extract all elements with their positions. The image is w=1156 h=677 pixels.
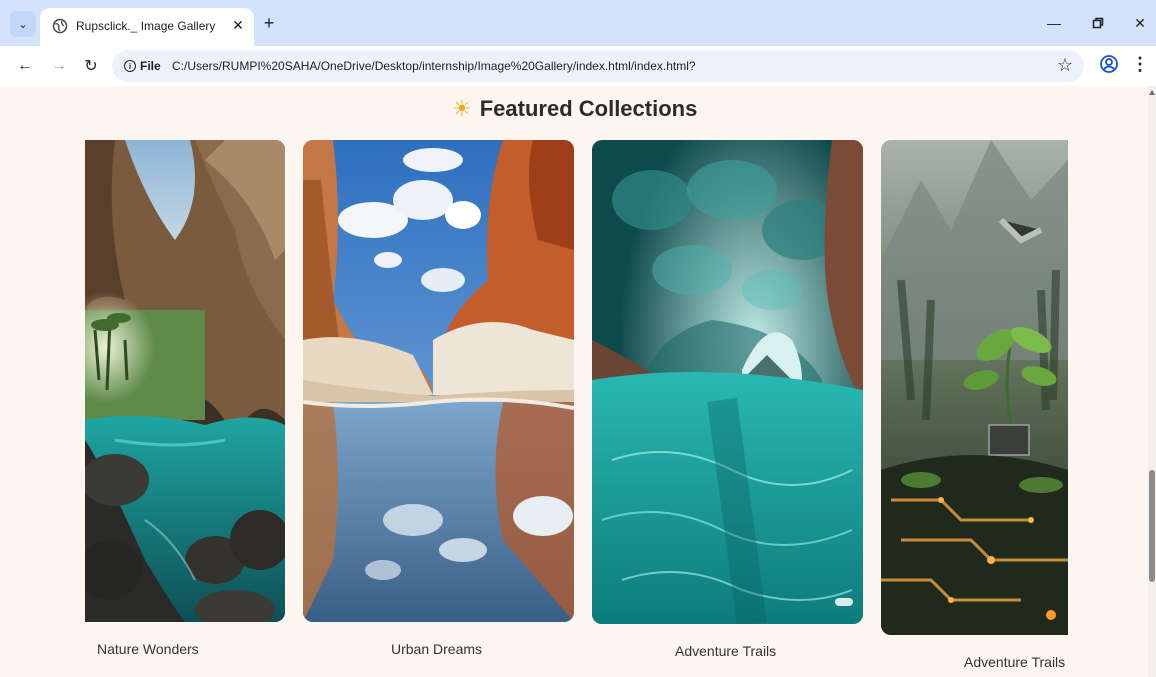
close-window-icon[interactable]: ✕: [1126, 10, 1154, 36]
circuit-sprout-photo: [881, 140, 1068, 635]
gallery-card-urban[interactable]: [303, 140, 574, 622]
tab-close-icon[interactable]: ✕: [228, 15, 248, 35]
new-tab-button[interactable]: +: [258, 12, 280, 34]
scrollbar[interactable]: [1148, 86, 1156, 677]
globe-icon: [52, 18, 68, 34]
restore-glyph: [1092, 17, 1104, 29]
scroll-up-arrow-icon[interactable]: [1149, 90, 1155, 95]
caption-adventure-trails: Adventure Trails: [675, 643, 777, 659]
tab-title: Rupsclick._ Image Gallery: [76, 19, 216, 33]
reload-icon[interactable]: ↻: [78, 53, 104, 79]
caption-nature-wonders: Nature Wonders: [97, 641, 199, 657]
profile-icon[interactable]: [1098, 53, 1120, 75]
caption-urban-dreams: Urban Dreams: [391, 641, 483, 657]
url-text[interactable]: C:/Users/RUMPI%20SAHA/OneDrive/Desktop/i…: [172, 59, 696, 73]
toolbar: ← → ↻ i File C:/Users/RUMPI%20SAHA/OneDr…: [0, 46, 1156, 86]
back-icon[interactable]: ←: [12, 53, 38, 79]
scrollbar-thumb[interactable]: [1149, 470, 1155, 582]
canyon-reflection-photo: [303, 140, 574, 622]
active-tab[interactable]: Rupsclick._ Image Gallery ✕: [40, 8, 254, 46]
site-info-chip[interactable]: i File: [120, 56, 165, 76]
address-bar[interactable]: i File C:/Users/RUMPI%20SAHA/OneDrive/De…: [112, 50, 1084, 82]
caption-adventure-trails-2: Adventure Trails: [964, 654, 1066, 670]
cave-lagoon-photo: [85, 140, 285, 622]
page-title: Featured Collections: [479, 96, 698, 121]
menu-icon[interactable]: ⋮: [1130, 53, 1150, 75]
restore-icon[interactable]: [1084, 10, 1112, 36]
gallery-card-circuit[interactable]: [881, 140, 1068, 635]
page-content: ☀ Featured Collections Nature Wonders Ur…: [0, 86, 1148, 677]
sun-icon: ☀: [452, 96, 472, 121]
forward-icon[interactable]: →: [46, 53, 72, 79]
gallery-card-adventure[interactable]: [592, 140, 863, 624]
bookmark-star-icon[interactable]: ☆: [1053, 53, 1077, 77]
minimize-icon[interactable]: —: [1040, 10, 1068, 36]
site-info-label: File: [140, 59, 161, 73]
tab-search-icon[interactable]: ⌄: [10, 11, 36, 37]
info-icon: i: [124, 60, 136, 72]
tab-strip: ⌄ Rupsclick._ Image Gallery ✕ + — ✕: [0, 0, 1156, 46]
ice-tunnel-photo: [592, 140, 863, 624]
gallery-card-nature[interactable]: [85, 140, 285, 622]
browser-window: ⌄ Rupsclick._ Image Gallery ✕ + — ✕ ← → …: [0, 0, 1156, 677]
section-heading: ☀ Featured Collections: [452, 94, 697, 124]
